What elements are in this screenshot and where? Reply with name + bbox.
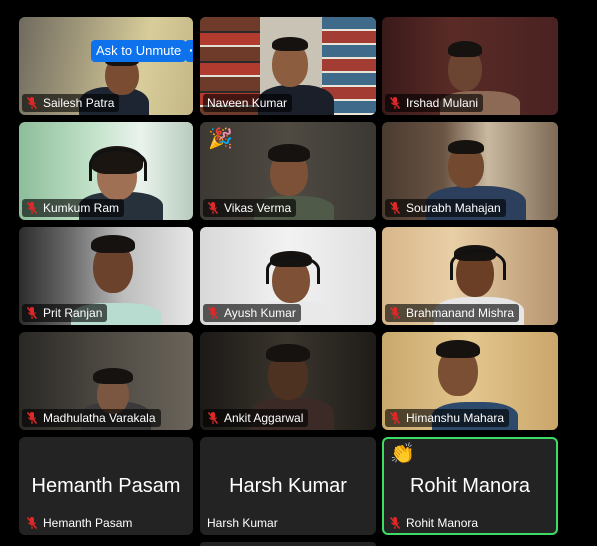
- participant-name: Prit Ranjan: [43, 306, 103, 320]
- participant-name: Sailesh Patra: [43, 96, 115, 110]
- mic-muted-icon: [389, 307, 401, 319]
- participant-tile-irshad-mulani[interactable]: Irshad Mulani: [382, 17, 558, 115]
- participant-tile-rohit-manora[interactable]: 👏 Rohit Manora Rohit Manora: [382, 437, 558, 535]
- participant-name: Vikas Verma: [224, 201, 292, 215]
- clapping-hands-icon: 👏: [390, 443, 415, 465]
- participant-display-name: Rohit Manora: [409, 475, 531, 497]
- participant-name: Brahmanand Mishra: [406, 306, 515, 320]
- participant-nametag: Kumkum Ram: [22, 199, 125, 217]
- participant-name: Himanshu Mahara: [406, 411, 505, 425]
- party-popper-icon: 🎉: [208, 128, 233, 150]
- participant-tile-harsh-kumar[interactable]: Harsh Kumar Harsh Kumar: [200, 437, 376, 535]
- participant-nametag: Naveen Kumar: [203, 94, 293, 112]
- participant-tile-prit-ranjan[interactable]: Prit Ranjan: [19, 227, 193, 325]
- participant-nametag: Sailesh Patra: [22, 94, 120, 112]
- mic-muted-icon: [389, 412, 401, 424]
- participant-name: Hemanth Pasam: [43, 516, 133, 530]
- participant-name: Ankit Aggarwal: [224, 411, 304, 425]
- participant-nametag: Vikas Verma: [203, 199, 297, 217]
- participant-nametag: Sourabh Mahajan: [385, 199, 506, 217]
- person-figure: [268, 144, 310, 162]
- participant-tile-sourabh-mahajan[interactable]: Sourabh Mahajan: [382, 122, 558, 220]
- person-figure: [93, 368, 133, 384]
- mic-muted-icon: [389, 97, 401, 109]
- participant-tile-kumkum-ram[interactable]: Kumkum Ram: [19, 122, 193, 220]
- participant-display-name: Hemanth Pasam: [31, 475, 181, 497]
- participant-name: Ayush Kumar: [224, 306, 296, 320]
- person-figure: [436, 340, 480, 358]
- participant-nametag: Ankit Aggarwal: [203, 409, 309, 427]
- participant-tile-ankit-aggarwal[interactable]: Ankit Aggarwal: [200, 332, 376, 430]
- participant-name: Sourabh Mahajan: [406, 201, 501, 215]
- participant-tile-partial[interactable]: [200, 542, 376, 546]
- headphones: [266, 255, 320, 284]
- ask-to-unmute-button[interactable]: Ask to Unmute: [91, 40, 187, 62]
- person-figure: [448, 41, 482, 57]
- participant-nametag: Harsh Kumar: [203, 514, 283, 532]
- mic-muted-icon: [26, 517, 38, 529]
- headphones: [89, 148, 147, 181]
- mic-muted-icon: [207, 307, 219, 319]
- participant-nametag: Ayush Kumar: [203, 304, 301, 322]
- participant-tile-himanshu-mahara[interactable]: Himanshu Mahara: [382, 332, 558, 430]
- mic-muted-icon: [207, 412, 219, 424]
- mic-muted-icon: [26, 307, 38, 319]
- mic-muted-icon: [26, 97, 38, 109]
- mic-muted-icon: [389, 517, 401, 529]
- participant-name: Naveen Kumar: [207, 96, 288, 110]
- person-figure: [266, 344, 310, 362]
- participant-display-name: Harsh Kumar: [229, 475, 347, 497]
- participant-tile-vikas-verma[interactable]: 🎉 Vikas Verma: [200, 122, 376, 220]
- participant-tile-hemanth-pasam[interactable]: Hemanth Pasam Hemanth Pasam: [19, 437, 193, 535]
- person-figure: [91, 235, 135, 253]
- mic-muted-icon: [389, 202, 401, 214]
- mic-muted-icon: [207, 202, 219, 214]
- participant-tile-ayush-kumar[interactable]: Ayush Kumar: [200, 227, 376, 325]
- headphones: [450, 249, 506, 280]
- participant-nametag: Madhulatha Varakala: [22, 409, 161, 427]
- participant-nametag: Irshad Mulani: [385, 94, 484, 112]
- participant-name: Madhulatha Varakala: [43, 411, 156, 425]
- participant-name: Rohit Manora: [406, 516, 479, 530]
- participant-nametag: Hemanth Pasam: [22, 514, 137, 532]
- participant-name: Harsh Kumar: [207, 516, 278, 530]
- participant-nametag: Prit Ranjan: [22, 304, 108, 322]
- participant-tile-brahmanand-mishra[interactable]: Brahmanand Mishra: [382, 227, 558, 325]
- person-figure: [448, 140, 484, 154]
- participant-nametag: Rohit Manora: [385, 514, 483, 532]
- more-options-button[interactable]: ···: [185, 40, 193, 62]
- participant-nametag: Brahmanand Mishra: [385, 304, 520, 322]
- participant-tile-sailesh-patra[interactable]: Ask to Unmute ··· Sailesh Patra: [19, 17, 193, 115]
- participant-tile-madhulatha-varakala[interactable]: Madhulatha Varakala: [19, 332, 193, 430]
- participant-tile-naveen-kumar[interactable]: Naveen Kumar: [200, 17, 376, 115]
- mic-muted-icon: [26, 202, 38, 214]
- mic-muted-icon: [26, 412, 38, 424]
- participant-name: Kumkum Ram: [43, 201, 120, 215]
- person-figure: [272, 37, 308, 51]
- participant-name: Irshad Mulani: [406, 96, 479, 110]
- participant-nametag: Himanshu Mahara: [385, 409, 510, 427]
